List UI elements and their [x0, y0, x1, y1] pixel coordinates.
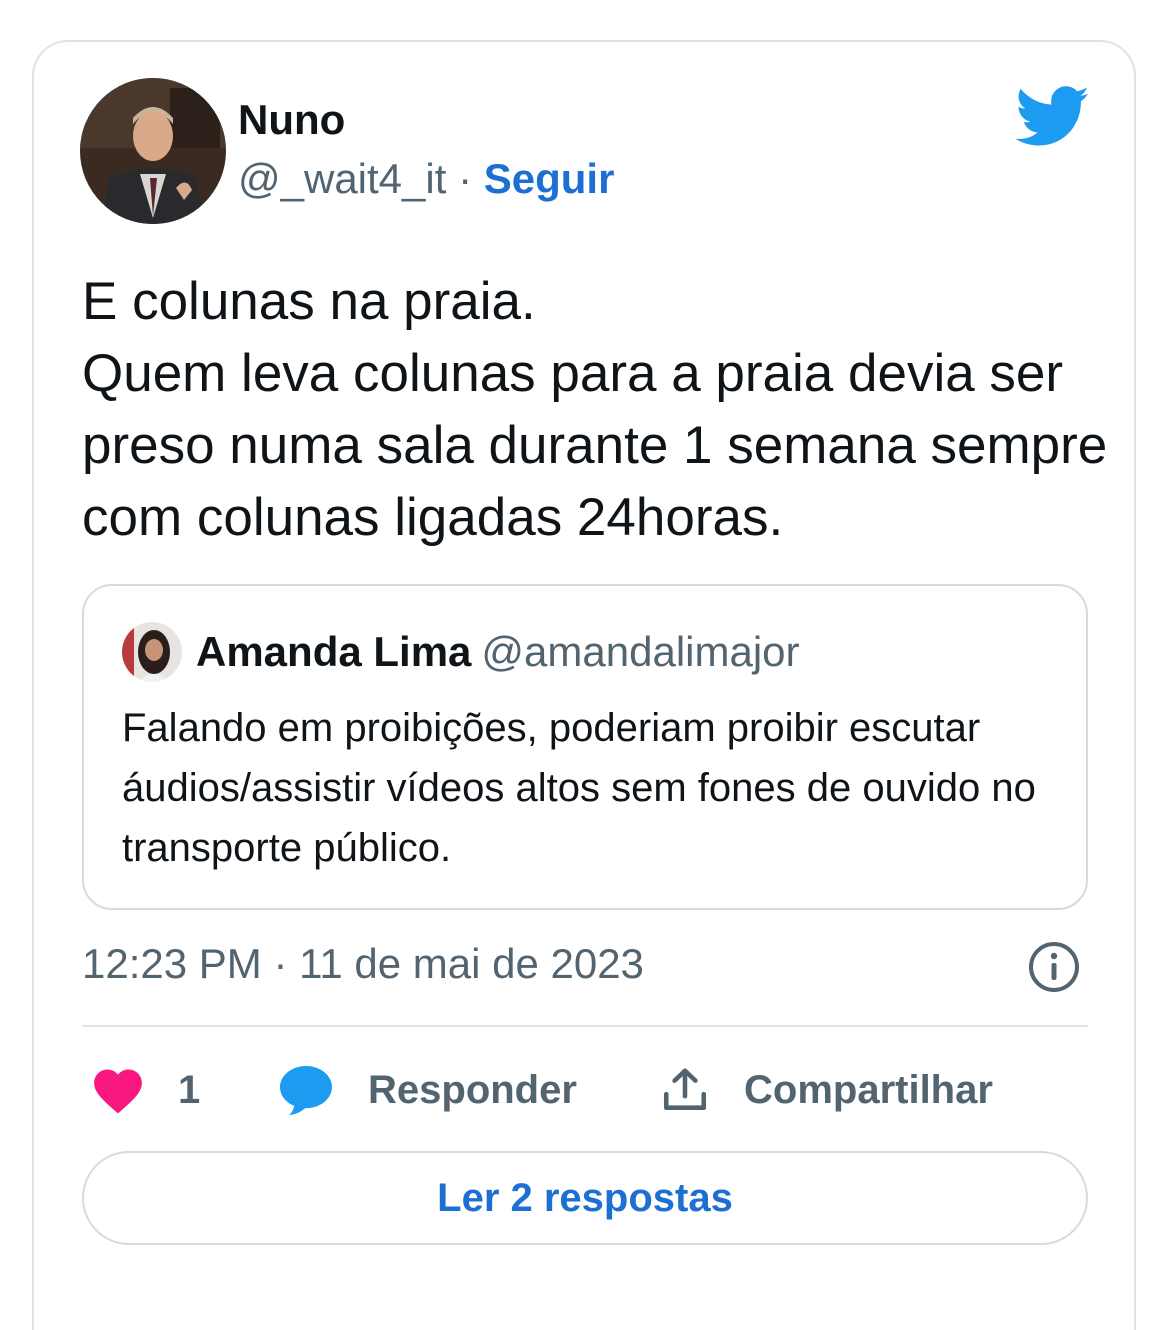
author-name[interactable]: Nuno: [238, 96, 345, 144]
info-icon[interactable]: [1028, 941, 1080, 993]
share-label: Compartilhar: [744, 1067, 993, 1112]
read-replies-button[interactable]: Ler 2 respostas: [82, 1151, 1088, 1245]
quoted-author-line: Amanda Lima @amandalimajor: [196, 628, 800, 676]
quoted-author-handle: @amandalimajor: [481, 628, 800, 675]
quoted-tweet-text: Falando em proibições, poderiam proibir …: [122, 706, 1036, 870]
follow-button[interactable]: Seguir: [484, 155, 615, 202]
reply-button[interactable]: Responder: [278, 1060, 577, 1120]
heart-icon: [94, 1069, 142, 1114]
quoted-author-name: Amanda Lima: [196, 628, 472, 675]
quoted-tweet[interactable]: Amanda Lima @amandalimajor Falando em pro…: [82, 584, 1088, 910]
tweet-timestamp[interactable]: 12:23 PM · 11 de mai de 2023: [82, 940, 644, 988]
quoted-author-avatar: [122, 622, 182, 682]
reply-label: Responder: [368, 1067, 577, 1112]
separator-dot: ·: [458, 155, 473, 202]
reply-bubble-icon: [280, 1066, 332, 1115]
like-button[interactable]: 1: [90, 1060, 200, 1120]
author-handle-row: @_wait4_it · Seguir: [238, 155, 614, 203]
like-count: 1: [178, 1067, 201, 1112]
tweet-text: E colunas na praia. Quem leva colunas pa…: [82, 272, 1108, 547]
share-button[interactable]: Compartilhar: [660, 1060, 993, 1120]
twitter-bird-icon[interactable]: [1015, 86, 1091, 148]
share-icon: [663, 1068, 707, 1110]
author-avatar[interactable]: [80, 78, 226, 224]
author-handle[interactable]: @_wait4_it: [238, 155, 446, 202]
divider: [82, 1025, 1088, 1027]
